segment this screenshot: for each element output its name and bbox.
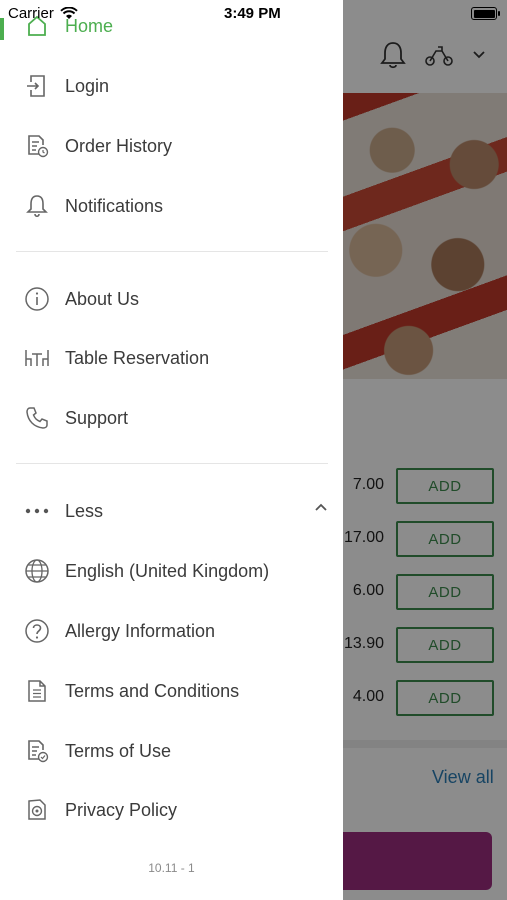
status-time: 3:49 PM (224, 5, 281, 22)
phone-icon (22, 403, 52, 433)
menu-item-label: Notifications (65, 195, 164, 216)
menu-item-language[interactable]: English (United Kingdom) (22, 551, 332, 591)
globe-icon (22, 556, 52, 586)
carrier-label: Carrier (8, 5, 54, 22)
app-version: 10.11 - 1 (148, 861, 195, 875)
battery-icon (471, 7, 500, 20)
privacy-icon (22, 795, 52, 825)
divider (16, 251, 328, 252)
menu-item-label: Terms and Conditions (65, 680, 240, 701)
menu-item-label: Privacy Policy (65, 799, 178, 820)
carrier: Carrier (8, 5, 78, 22)
wifi-icon (60, 7, 78, 20)
menu-item-less[interactable]: Less (22, 491, 332, 531)
menu-item-terms-and-conditions[interactable]: Terms and Conditions (22, 671, 332, 711)
menu-item-about-us[interactable]: About Us (22, 279, 332, 319)
document-check-icon (22, 736, 52, 766)
menu-item-label: Table Reservation (65, 347, 210, 368)
menu-item-notifications[interactable]: Notifications (22, 186, 332, 226)
menu-item-terms-of-use[interactable]: Terms of Use (22, 731, 332, 771)
question-icon (22, 616, 52, 646)
chevron-up-icon (314, 502, 328, 512)
menu-item-support[interactable]: Support (22, 398, 332, 438)
menu-item-label: Login (65, 75, 110, 96)
menu-item-privacy-policy[interactable]: Privacy Policy (22, 790, 332, 830)
info-icon (22, 284, 52, 314)
document-icon (22, 676, 52, 706)
login-icon (22, 71, 52, 101)
divider (16, 463, 328, 464)
table-icon (22, 343, 52, 373)
more-dots-icon (22, 496, 52, 526)
menu-item-login[interactable]: Login (22, 66, 332, 106)
side-drawer: Home Login Order History Notifications A… (0, 0, 343, 900)
bell-icon (22, 191, 52, 221)
menu-item-label: Support (65, 407, 129, 428)
menu-item-label: Terms of Use (65, 740, 172, 761)
menu-item-allergy-information[interactable]: Allergy Information (22, 611, 332, 651)
menu-item-label: English (United Kingdom) (65, 560, 270, 581)
menu-item-label: Allergy Information (65, 620, 216, 641)
menu-item-order-history[interactable]: Order History (22, 126, 332, 166)
menu-item-label: About Us (65, 288, 140, 309)
menu-item-label: Order History (65, 135, 173, 156)
status-bar: Carrier 3:49 PM (0, 0, 507, 28)
menu-item-table-reservation[interactable]: Table Reservation (22, 338, 332, 378)
order-history-icon (22, 131, 52, 161)
menu-item-label: Less (65, 500, 104, 521)
